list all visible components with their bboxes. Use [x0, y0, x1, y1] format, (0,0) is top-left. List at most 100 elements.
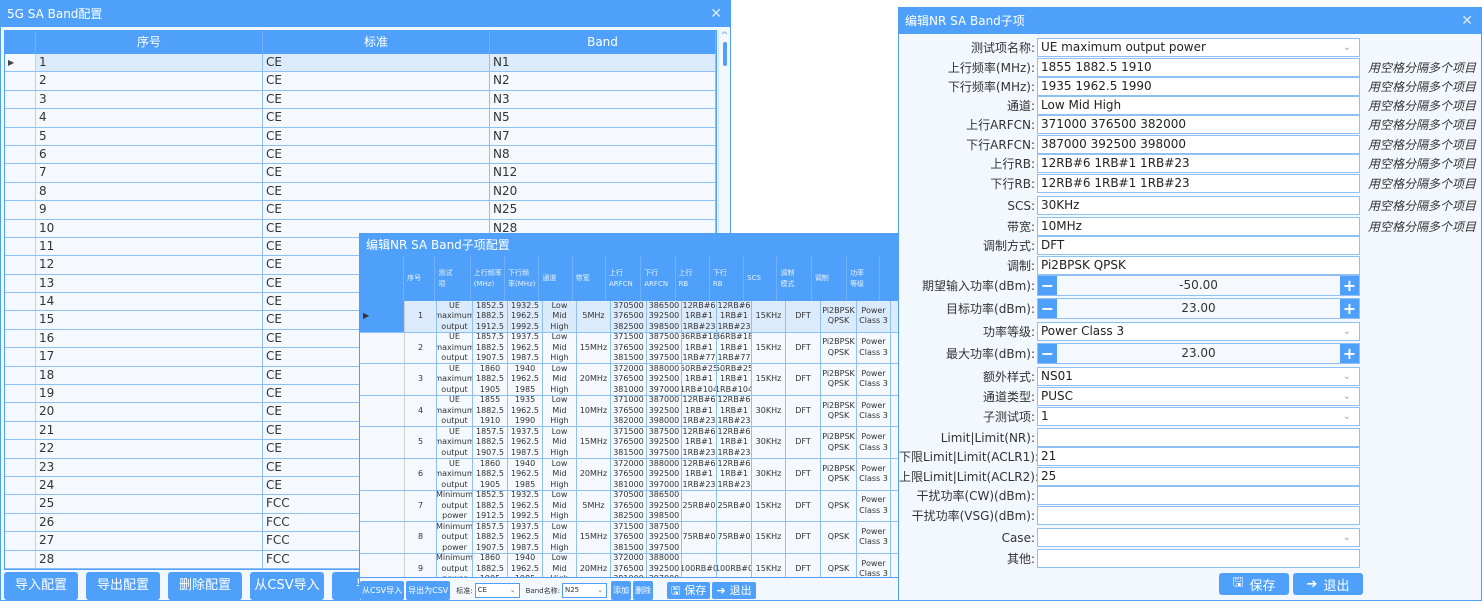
cell-ulrb[interactable]: 12RB#6 1RB#1 1RB#23: [682, 395, 717, 427]
cell-bw[interactable]: 15MHz: [577, 332, 611, 364]
scs-input[interactable]: 30KHz: [1037, 196, 1360, 215]
cell-band[interactable]: N3: [490, 90, 716, 109]
row-indicator[interactable]: [5, 219, 36, 237]
row-indicator[interactable]: [5, 495, 36, 513]
cell-ul[interactable]: 1855 1882.5 1910: [473, 395, 508, 427]
cell-ch[interactable]: Low Mid High: [543, 301, 577, 332]
cell-ul[interactable]: 1852.5 1882.5 1912.5: [473, 490, 508, 522]
table-row[interactable]: 3UE maximum output1860 1882.5 19051940 1…: [360, 364, 900, 396]
cell-ulrb[interactable]: 36RB#18 1RB#1 1RB#77: [682, 332, 717, 364]
cell-no[interactable]: 27: [36, 532, 263, 550]
row-indicator[interactable]: [5, 164, 36, 182]
cell-band[interactable]: N25: [490, 201, 716, 219]
import-config-button[interactable]: 导入配置: [4, 572, 78, 600]
cell-ulrb[interactable]: 25RB#0: [682, 490, 717, 522]
cell-pc[interactable]: Power Class 3: [857, 395, 891, 427]
column-header[interactable]: 通道: [539, 256, 573, 301]
cell-no[interactable]: 7: [405, 490, 437, 522]
modulation-input[interactable]: Pi2BPSK QPSK: [1037, 256, 1360, 275]
cell-dlrb[interactable]: 25RB#0: [717, 490, 752, 522]
column-header[interactable]: 下行频 率(MHz): [505, 256, 540, 301]
column-header[interactable]: 功率 等级: [847, 256, 881, 301]
cell-ulrb[interactable]: 75RB#0: [682, 522, 717, 553]
add-button[interactable]: 添加: [610, 581, 631, 600]
cell-ul[interactable]: 1860 1882.5 1905: [473, 553, 508, 577]
cell-pc[interactable]: Power Class 3: [857, 364, 891, 395]
cell-dl[interactable]: 1940 1962.5 1985: [508, 458, 543, 490]
cell-no[interactable]: 13: [36, 274, 263, 293]
scroll-up-icon[interactable]: ^: [719, 30, 730, 42]
dl-rb-input[interactable]: 12RB#6 1RB#1 1RB#23: [1037, 174, 1360, 193]
delete-button[interactable]: 删除: [632, 581, 653, 600]
minus-icon[interactable]: −: [1038, 344, 1057, 363]
cell-pc[interactable]: Power Class 3: [857, 522, 891, 553]
cell-no[interactable]: 14: [36, 293, 263, 311]
table-row[interactable]: 8 CE N20: [5, 182, 716, 202]
cell-ul[interactable]: 1857.5 1882.5 1907.5: [473, 522, 508, 553]
expected-input-power-stepper[interactable]: − -50.00 +: [1037, 275, 1360, 296]
row-indicator[interactable]: [360, 332, 405, 364]
table-row[interactable]: 7 CE N12: [5, 164, 716, 183]
row-indicator[interactable]: [5, 513, 36, 532]
cell-ulrb[interactable]: 12RB#6 1RB#1 1RB#23: [682, 301, 717, 332]
cell-ul[interactable]: 1857.5 1882.5 1907.5: [473, 332, 508, 364]
cell-scs[interactable]: 15KHz: [752, 364, 786, 395]
cell-no[interactable]: 5: [36, 127, 263, 145]
row-indicator[interactable]: [5, 182, 36, 201]
cell-ch[interactable]: Low Mid High: [543, 395, 577, 427]
row-indicator[interactable]: [5, 145, 36, 164]
column-header[interactable]: 调制 模式: [777, 256, 812, 301]
row-indicator[interactable]: ▶: [5, 54, 36, 72]
row-indicator[interactable]: [5, 532, 36, 550]
limit-nr-input[interactable]: [1037, 428, 1360, 447]
import-csv-button[interactable]: 从CSV导入: [360, 581, 405, 600]
sub-test-select[interactable]: 1 ⌄: [1037, 407, 1360, 426]
cell-no[interactable]: 2: [36, 72, 263, 90]
row-indicator[interactable]: [5, 274, 36, 293]
cell-scs[interactable]: 15KHz: [752, 522, 786, 553]
row-indicator[interactable]: [360, 427, 405, 458]
stepper-value[interactable]: 23.00: [1057, 299, 1340, 318]
cell-standard[interactable]: CE: [263, 109, 490, 127]
cell-mode[interactable]: DFT: [786, 553, 821, 577]
cell-no[interactable]: 10: [36, 219, 263, 237]
row-indicator[interactable]: [5, 311, 36, 329]
cell-item[interactable]: UE maximum output: [437, 427, 473, 458]
cell-ch[interactable]: Low Mid High: [543, 364, 577, 395]
column-header[interactable]: 下行 RB: [710, 256, 745, 301]
cell-pc[interactable]: Power Class 3: [857, 458, 891, 490]
row-indicator[interactable]: [5, 403, 36, 421]
cell-dlrb[interactable]: 36RB#18 1RB#1 1RB#77: [717, 332, 752, 364]
cell-item[interactable]: UE maximum output: [437, 395, 473, 427]
cell-no[interactable]: 26: [36, 513, 263, 532]
plus-icon[interactable]: +: [1340, 276, 1359, 295]
column-header[interactable]: 调制: [812, 256, 848, 301]
cell-mod[interactable]: Pi2BPSK QPSK: [821, 395, 857, 427]
ul-rb-input[interactable]: 12RB#6 1RB#1 1RB#23: [1037, 154, 1360, 173]
cell-mod[interactable]: Pi2BPSK QPSK: [821, 332, 857, 364]
channel-input[interactable]: Low Mid High: [1037, 96, 1360, 115]
cell-no[interactable]: 12: [36, 256, 263, 274]
table-row[interactable]: 4 CE N5: [5, 109, 716, 128]
cell-dlarfcn[interactable]: 387000 392500 398000: [647, 395, 682, 427]
chevron-down-icon[interactable]: ⌄: [1343, 39, 1351, 56]
cell-band[interactable]: N20: [490, 182, 716, 201]
cell-no[interactable]: 8: [405, 522, 437, 553]
stepper-value[interactable]: 23.00: [1057, 344, 1340, 363]
row-indicator[interactable]: [5, 440, 36, 458]
max-power-stepper[interactable]: −23.00 +: [1037, 343, 1360, 364]
cell-dlrb[interactable]: 12RB#6 1RB#1 1RB#23: [717, 395, 752, 427]
cell-band[interactable]: N7: [490, 127, 716, 145]
row-indicator[interactable]: [360, 490, 405, 522]
cell-no[interactable]: 20: [36, 403, 263, 421]
cell-mod[interactable]: Pi2BPSK QPSK: [821, 364, 857, 395]
table-row[interactable]: 4UE maximum output1855 1882.5 19101935 1…: [360, 395, 900, 428]
cell-ch[interactable]: Low Mid High: [543, 522, 577, 553]
export-csv-button[interactable]: 导出为CSV: [406, 581, 451, 600]
cell-dlarfcn[interactable]: 388000 392500 397000: [647, 553, 682, 577]
cell-ch[interactable]: Low Mid High: [543, 427, 577, 458]
cell-dlrb[interactable]: 75RB#0: [717, 522, 752, 553]
cell-mod[interactable]: Pi2BPSK QPSK: [821, 427, 857, 458]
cell-dlrb[interactable]: 12RB#6 1RB#1 1RB#23: [717, 458, 752, 490]
cell-mod[interactable]: Pi2BPSK QPSK: [821, 301, 857, 332]
